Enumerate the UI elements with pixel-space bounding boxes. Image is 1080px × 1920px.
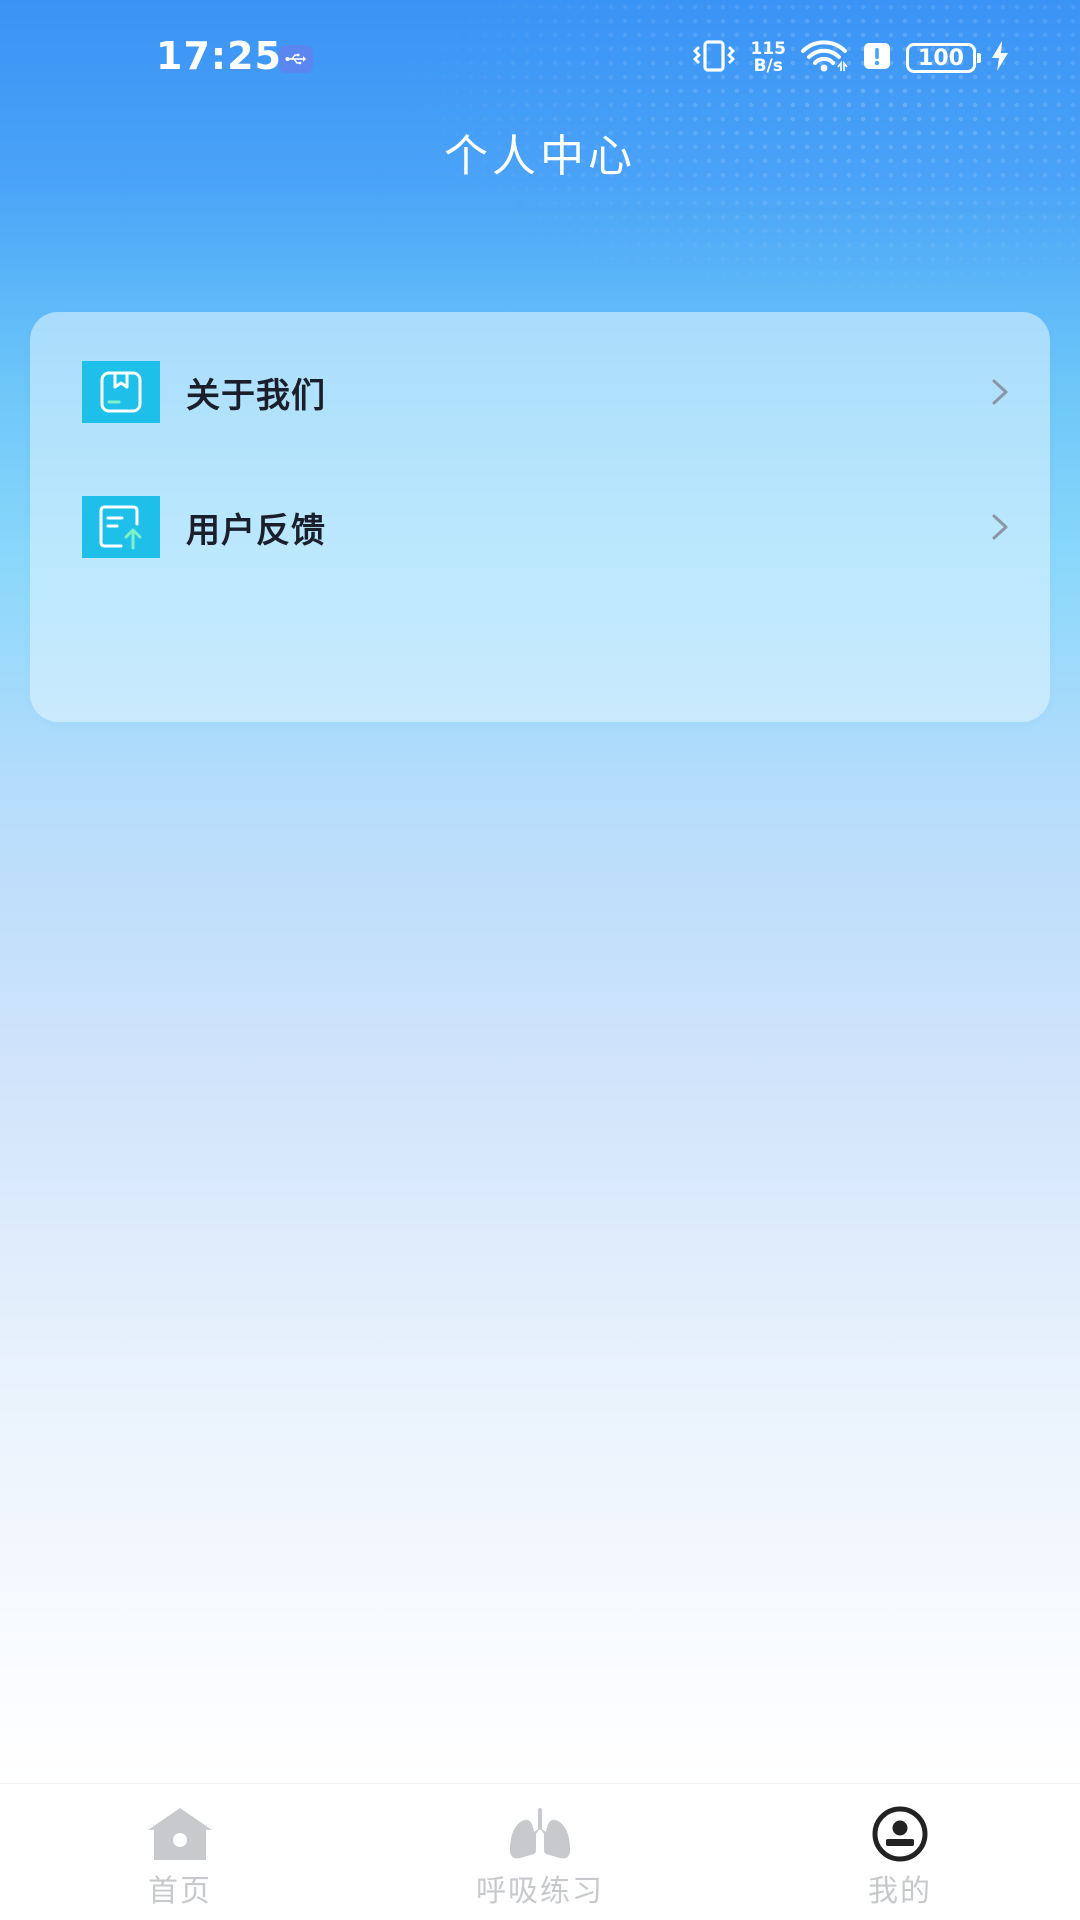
usb-icon — [279, 45, 313, 73]
status-bar: 17:25 115 B/s 100 — [0, 0, 1080, 110]
screen: 17:25 115 B/s 100 个人中心 关于我们 用户反馈 首页 呼吸练习… — [0, 0, 1080, 1920]
menu-item-about-us[interactable]: 关于我们 — [82, 360, 1012, 424]
battery-indicator: 100 — [906, 43, 981, 73]
tab-label: 我的 — [868, 1874, 932, 1909]
charging-icon — [990, 40, 1010, 76]
menu-item-label: 关于我们 — [186, 375, 326, 416]
status-time: 17:25 — [156, 34, 282, 78]
profile-icon — [864, 1804, 936, 1864]
upload-doc-icon — [82, 496, 160, 558]
battery-level: 100 — [918, 45, 964, 71]
chevron-right-icon — [992, 514, 1008, 540]
status-indicators: 115 B/s 100 — [691, 36, 1011, 80]
chevron-right-icon — [992, 379, 1008, 405]
tab-label: 首页 — [148, 1874, 212, 1909]
bottom-tab-bar: 首页 呼吸练习 我的 — [0, 1783, 1080, 1920]
wifi-icon — [800, 39, 848, 77]
tab-breathing-practice[interactable]: 呼吸练习 — [410, 1784, 670, 1920]
menu-card: 关于我们 用户反馈 — [30, 312, 1050, 722]
page-title: 个人中心 — [444, 131, 636, 182]
home-icon — [144, 1804, 216, 1864]
vibrate-icon — [691, 39, 737, 77]
net-speed: 115 B/s — [751, 41, 787, 75]
tab-home[interactable]: 首页 — [50, 1784, 310, 1920]
menu-item-user-feedback[interactable]: 用户反馈 — [82, 495, 1012, 559]
tab-label: 呼吸练习 — [476, 1874, 604, 1909]
alert-icon — [862, 41, 892, 75]
tab-mine[interactable]: 我的 — [770, 1784, 1030, 1920]
lungs-icon — [504, 1804, 576, 1864]
bookmark-doc-icon — [82, 361, 160, 423]
net-speed-unit: B/s — [753, 56, 783, 76]
menu-item-label: 用户反馈 — [186, 510, 326, 551]
